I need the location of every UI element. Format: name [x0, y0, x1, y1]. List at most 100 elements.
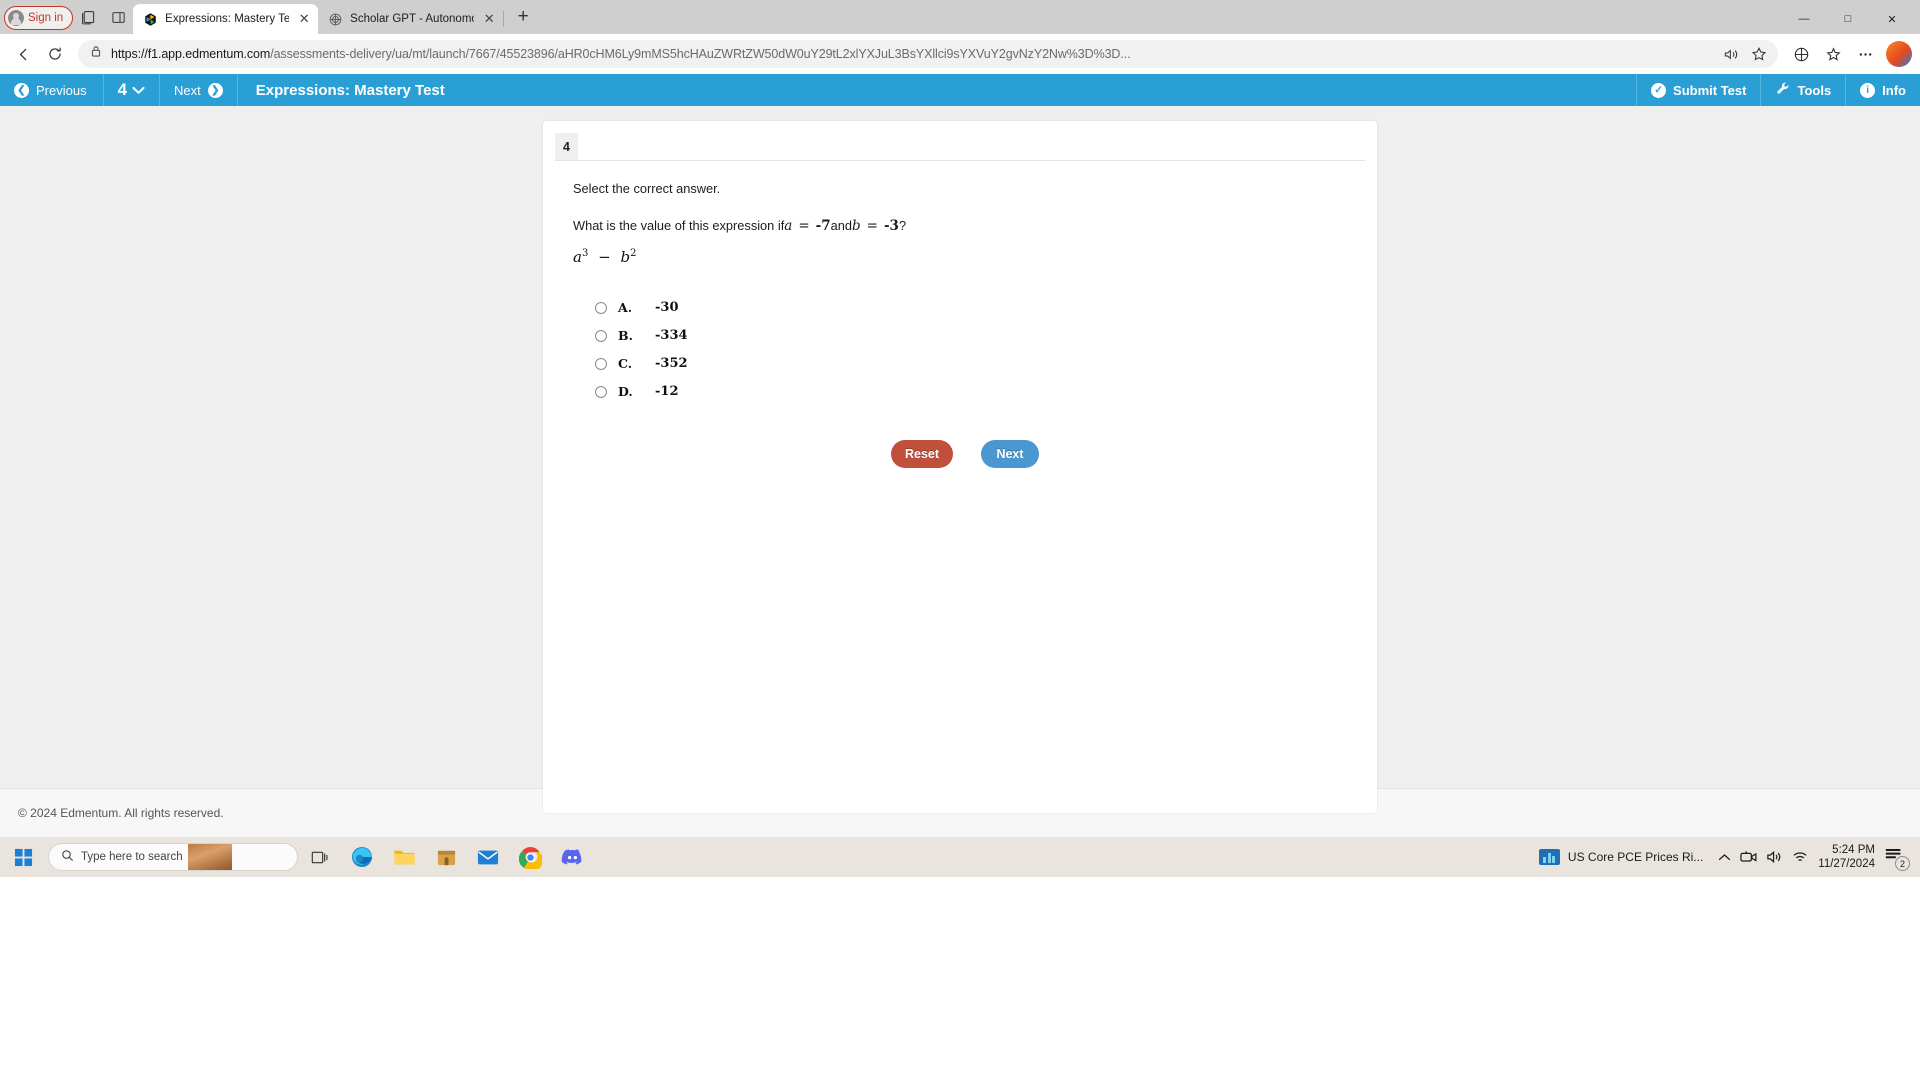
expression-base-a: a [573, 248, 582, 266]
avatar-icon [8, 10, 24, 26]
equals-sign-2: = [866, 218, 878, 234]
answer-option-c[interactable]: C. -352 [573, 350, 1377, 377]
info-circle-icon: i [1860, 82, 1876, 98]
answer-option-b[interactable]: B. -334 [573, 322, 1377, 349]
copilot-icon[interactable] [1886, 41, 1912, 67]
submit-test-button[interactable]: ✓ Submit Test [1636, 74, 1760, 106]
answer-option-d[interactable]: D. -12 [573, 378, 1377, 405]
store-icon[interactable] [426, 839, 466, 875]
close-window-button[interactable]: ✕ [1870, 4, 1914, 34]
notifications-button[interactable]: 2 [1884, 846, 1910, 871]
task-view-icon[interactable] [300, 839, 340, 875]
address-bar[interactable]: https://f1.app.edmentum.com/assessments-… [78, 40, 1778, 68]
clock-date: 11/27/2024 [1818, 858, 1875, 870]
browser-essentials-icon[interactable] [1786, 39, 1816, 69]
edge-icon[interactable] [342, 839, 382, 875]
file-explorer-icon[interactable] [384, 839, 424, 875]
expression-operator: − [598, 248, 611, 266]
radio-button-c[interactable] [595, 357, 607, 370]
back-arrow-icon[interactable] [8, 39, 38, 69]
radio-button-d[interactable] [595, 385, 607, 398]
split-screen-icon[interactable] [103, 3, 133, 31]
test-toolbar: ❮ Previous 4 Next ❯ Expressions: Mastery… [0, 74, 1920, 106]
info-button[interactable]: i Info [1845, 74, 1920, 106]
star-icon[interactable] [1746, 41, 1772, 67]
option-value: -12 [655, 384, 679, 399]
answer-option-a[interactable]: A. -30 [573, 294, 1377, 321]
chatgpt-favicon [328, 12, 343, 27]
omnibox-actions [1718, 41, 1772, 67]
option-value: -352 [655, 356, 688, 371]
url-text: https://f1.app.edmentum.com/assessments-… [111, 47, 1710, 61]
edmentum-favicon [143, 12, 158, 27]
news-chart-icon [1538, 849, 1560, 865]
search-highlight-thumbnail[interactable] [187, 844, 232, 870]
action-buttons: Reset Next [891, 440, 1377, 468]
system-tray: US Core PCE Prices Ri... 5:24 PM 11/27/2… [1538, 843, 1916, 872]
favorites-icon[interactable] [1818, 39, 1848, 69]
volume-icon[interactable] [1766, 850, 1783, 864]
more-options-icon[interactable] [1850, 39, 1880, 69]
stem-suffix: ? [898, 218, 907, 233]
new-tab-button[interactable]: + [509, 3, 537, 31]
windows-taskbar: Type here to search US Core PCE Prices R… [0, 837, 1920, 877]
question-number-strip: 4 [555, 133, 1365, 161]
read-aloud-icon[interactable] [1718, 41, 1744, 67]
chevron-down-icon [132, 80, 145, 100]
radio-button-a[interactable] [595, 301, 607, 314]
lock-icon [90, 45, 103, 63]
clock-time: 5:24 PM [1832, 843, 1875, 856]
tab-close-icon[interactable]: ✕ [296, 11, 312, 27]
option-letter: B. [618, 328, 633, 343]
news-widget[interactable]: US Core PCE Prices Ri... [1538, 849, 1709, 865]
expression-exponent-a: 3 [581, 248, 589, 259]
variable-b: b [851, 218, 861, 234]
reload-icon[interactable] [40, 39, 70, 69]
previous-question-button[interactable]: ❮ Previous [0, 74, 104, 106]
clock[interactable]: 5:24 PM 11/27/2024 [1818, 843, 1875, 872]
sign-in-button[interactable]: Sign in [4, 6, 74, 30]
next-button[interactable]: Next [981, 440, 1039, 468]
maximize-button[interactable]: □ [1826, 4, 1870, 34]
page-title: Expressions: Mastery Test [255, 81, 445, 99]
chevron-right-icon: ❯ [207, 82, 223, 98]
tools-label: Tools [1797, 82, 1832, 98]
wifi-icon[interactable] [1792, 850, 1809, 864]
question-number-badge: 4 [555, 133, 578, 160]
question-prompt: Select the correct answer. [573, 181, 721, 196]
tab-close-icon[interactable]: ✕ [481, 11, 497, 27]
question-number-rule [578, 133, 1365, 160]
question-number-dropdown[interactable]: 4 [104, 74, 161, 106]
reset-button[interactable]: Reset [891, 440, 953, 468]
discord-icon[interactable] [552, 839, 592, 875]
show-hidden-icons-chevron-up-icon[interactable] [1718, 853, 1731, 862]
browser-chrome: Sign in Expressions: Mastery Test ✕ Scho… [0, 0, 1920, 74]
option-letter: D. [618, 384, 633, 399]
tab-expressions-mastery-test[interactable]: Expressions: Mastery Test ✕ [133, 4, 319, 34]
start-button-icon[interactable] [4, 839, 42, 875]
tab-scholar-gpt[interactable]: Scholar GPT - Autonomous Schol ✕ [318, 4, 505, 34]
assessment-body: 4 Select the correct answer. What is the… [0, 106, 1920, 813]
stem-prefix: What is the value of this expression if [573, 218, 785, 233]
collections-icon[interactable] [73, 3, 103, 31]
minimize-button[interactable]: — [1782, 4, 1826, 34]
taskbar-search-input[interactable]: Type here to search [48, 843, 298, 871]
equals-sign-1: = [798, 218, 810, 234]
tab-title: Expressions: Mastery Test [165, 13, 290, 25]
value-a: -7 [815, 218, 831, 234]
toolbar-right-actions: ✓ Submit Test Tools i Info [1636, 74, 1920, 106]
submit-test-label: Submit Test [1673, 82, 1747, 98]
window-controls: — □ ✕ [1782, 4, 1914, 34]
radio-button-b[interactable] [595, 329, 607, 342]
news-headline: US Core PCE Prices Ri... [1567, 850, 1704, 864]
next-label: Next [174, 82, 201, 98]
math-expression: a3 − b2 [573, 248, 1377, 266]
chrome-icon[interactable] [510, 839, 550, 875]
tools-button[interactable]: Tools [1760, 74, 1845, 106]
variable-a: a [784, 218, 793, 234]
camera-icon[interactable] [1740, 850, 1757, 864]
mail-icon[interactable] [468, 839, 508, 875]
stem-conjunction: and [830, 218, 852, 233]
url-path: /assessments-delivery/ua/mt/launch/7667/… [270, 47, 1131, 61]
next-question-button[interactable]: Next ❯ [160, 74, 238, 106]
